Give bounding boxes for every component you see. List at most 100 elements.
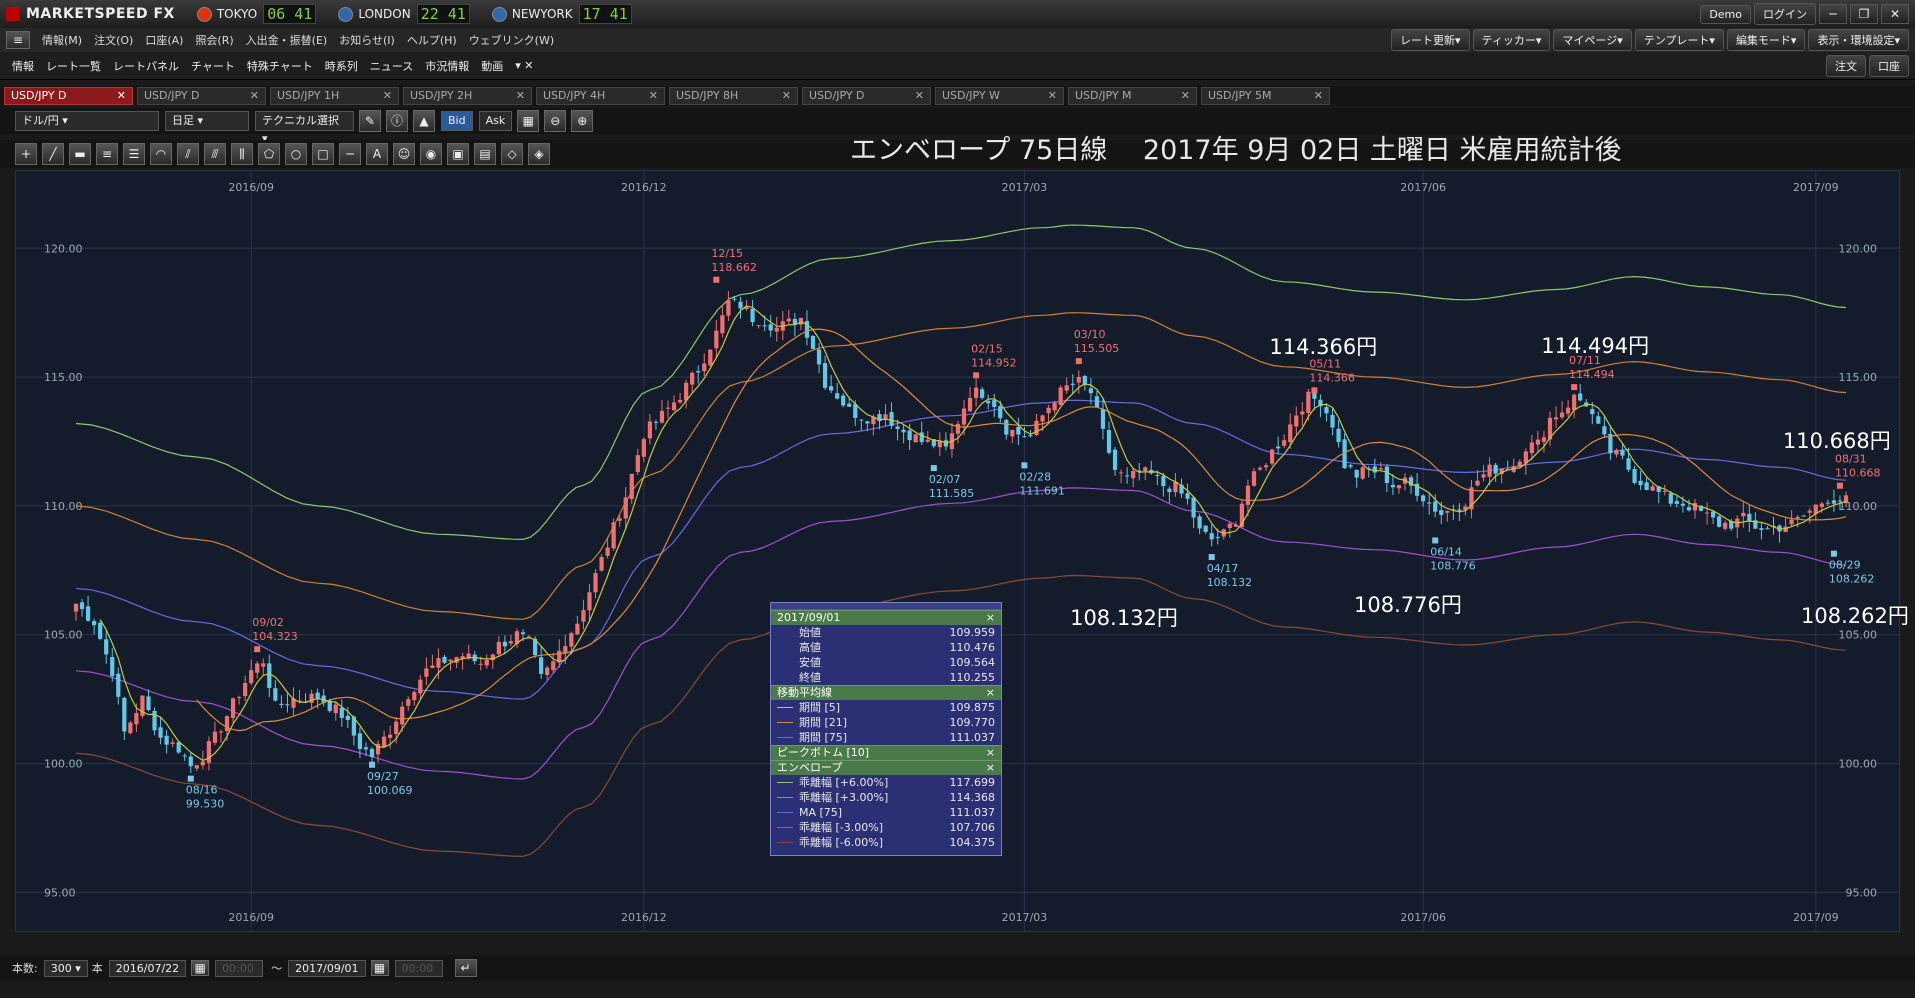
close-icon[interactable]: ✕ [1048,88,1057,104]
hamburger-icon[interactable]: ≡ [6,31,30,49]
nav-item[interactable]: 市況情報 [425,58,469,74]
circle-icon[interactable]: ○ [285,143,307,165]
chart-tab[interactable]: USD/JPY D ✕ [4,87,133,105]
chart-tab[interactable]: USD/JPY 5M ✕ [1201,87,1330,105]
close-icon[interactable]: × [986,611,995,625]
menu-right-item[interactable]: 表示・環境設定▾ [1808,29,1909,51]
to-date-input[interactable]: 2017/09/01 [288,959,366,977]
chart-tab[interactable]: USD/JPY D ✕ [137,87,266,105]
hlines-alt-icon[interactable]: ☰ [123,143,145,165]
period-select[interactable]: 日足 ▾ [165,111,249,131]
close-icon[interactable]: × [986,746,995,760]
candle-body [1016,427,1021,435]
menu-item[interactable]: ヘルプ(H) [407,32,457,48]
close-icon[interactable]: ✕ [516,88,525,104]
menu-item[interactable]: ウェブリンク(W) [469,32,554,48]
rect-icon[interactable]: □ [312,143,334,165]
erase-all-icon[interactable]: ◈ [528,143,550,165]
nav-right-item[interactable]: 口座 [1869,54,1909,77]
nav-item[interactable]: レートパネル [113,58,179,74]
close-icon[interactable]: ✕ [250,88,259,104]
chart-tab[interactable]: USD/JPY D ✕ [802,87,931,105]
from-date-input[interactable]: 2016/07/22 [108,959,187,977]
minimize-icon[interactable]: ─ [1819,4,1847,24]
menu-right-item[interactable]: マイページ▾ [1553,29,1632,51]
ruler-icon[interactable]: ▬ [69,143,91,165]
count-select[interactable]: 300 ▾ [43,959,88,977]
calendar-icon[interactable]: ▦ [191,960,210,976]
pentagon-icon[interactable]: ⬠ [258,143,280,165]
menu-item[interactable]: お知らせ(I) [339,32,395,48]
maximize-icon[interactable]: ❐ [1850,4,1878,24]
menu-right-item[interactable]: ティッカー▾ [1472,29,1551,51]
menu-item[interactable]: 照会(R) [195,32,233,48]
close-icon[interactable]: ✕ [1314,88,1323,104]
login-button[interactable]: ログイン [1754,3,1816,25]
chart-tab[interactable]: USD/JPY M ✕ [1068,87,1197,105]
chart-tab[interactable]: USD/JPY 4H ✕ [536,87,665,105]
close-icon[interactable]: ✕ [383,88,392,104]
nav-item[interactable]: 時系列 [325,58,358,74]
pair-select[interactable]: ドル/円 ▾ [15,111,159,131]
hline-icon[interactable]: ─ [339,143,361,165]
menu-right-item[interactable]: テンプレート▾ [1634,29,1724,51]
apply-icon[interactable]: ↵ [454,959,477,977]
nav-more-icon[interactable]: ▾ ✕ [515,59,533,72]
chart-tab[interactable]: USD/JPY 1H ✕ [270,87,399,105]
copy-icon[interactable]: ▣ [447,143,469,165]
from-time-input[interactable]: 00:00 [215,959,264,977]
chart-type-icon[interactable]: ▦ [517,110,540,132]
gann-icon[interactable]: ⫽ [177,143,199,165]
nav-item[interactable]: ニュース [370,58,413,74]
price-annotation: 108.262円 [1801,604,1909,629]
delete-icon[interactable]: ◉ [420,143,442,165]
nav-item[interactable]: レート一覧 [46,58,101,74]
nav-item[interactable]: 情報 [12,58,34,74]
menu-item[interactable]: 口座(A) [145,32,183,48]
nav-item[interactable]: 動画 [481,58,503,74]
chart-tab[interactable]: USD/JPY 2H ✕ [403,87,532,105]
technical-select[interactable]: テクニカル選択 ▾ [255,111,354,145]
menu-right-item[interactable]: 編集モード▾ [1726,29,1806,51]
eraser-icon[interactable]: ◇ [501,143,523,165]
chart-tab[interactable]: USD/JPY W ✕ [935,87,1064,105]
text-icon[interactable]: A [366,143,388,165]
pen-icon[interactable]: ✎ [359,110,381,132]
close-icon[interactable]: ✕ [915,88,924,104]
menu-right-item[interactable]: レート更新▾ [1391,29,1470,51]
close-icon[interactable]: × [986,761,995,775]
close-icon[interactable]: ✕ [1881,4,1909,24]
area-chart-icon[interactable]: ▲ [413,110,435,132]
hlines-icon[interactable]: ≡ [96,143,118,165]
zoom-in-icon[interactable]: ⊕ [571,110,594,132]
fib-icon[interactable]: ⫼ [231,143,253,165]
candle-body [617,518,622,521]
paste-icon[interactable]: ▤ [474,143,496,165]
nav-item[interactable]: 特殊チャート [247,58,313,74]
close-icon[interactable]: ✕ [1181,88,1190,104]
fan-icon[interactable]: ◠ [150,143,172,165]
chart-tab[interactable]: USD/JPY 8H ✕ [669,87,798,105]
close-icon[interactable]: × [986,686,995,700]
icon-tool-icon[interactable]: ☺ [393,143,415,165]
ask-button[interactable]: Ask [478,111,513,131]
calendar-icon[interactable]: ▦ [370,960,389,976]
crosshair-icon[interactable]: + [15,143,37,165]
channel-icon[interactable]: ⫻ [204,143,226,165]
to-time-input[interactable]: 00:00 [394,959,443,977]
nav-item[interactable]: チャート [191,58,235,74]
info-icon[interactable]: ⓘ [386,110,408,132]
data-window[interactable]: 2017/09/01 × 始値 109.959 高値 110.476 安値 109.564 終… [770,602,1002,856]
menu-item[interactable]: 入出金・振替(E) [246,32,328,48]
nav-right-item[interactable]: 注文 [1826,54,1866,77]
menu-item[interactable]: 注文(O) [94,32,133,48]
bid-button[interactable]: Bid [441,111,473,131]
candle-body [1118,472,1124,474]
menu-item[interactable]: 情報(M) [42,32,82,48]
close-icon[interactable]: ✕ [649,88,658,104]
close-icon[interactable]: ✕ [782,88,791,104]
data-window-grip[interactable] [771,603,1001,610]
zoom-out-icon[interactable]: ⊖ [544,110,567,132]
close-icon[interactable]: ✕ [117,88,126,104]
trendline-icon[interactable]: ╱ [42,143,64,165]
